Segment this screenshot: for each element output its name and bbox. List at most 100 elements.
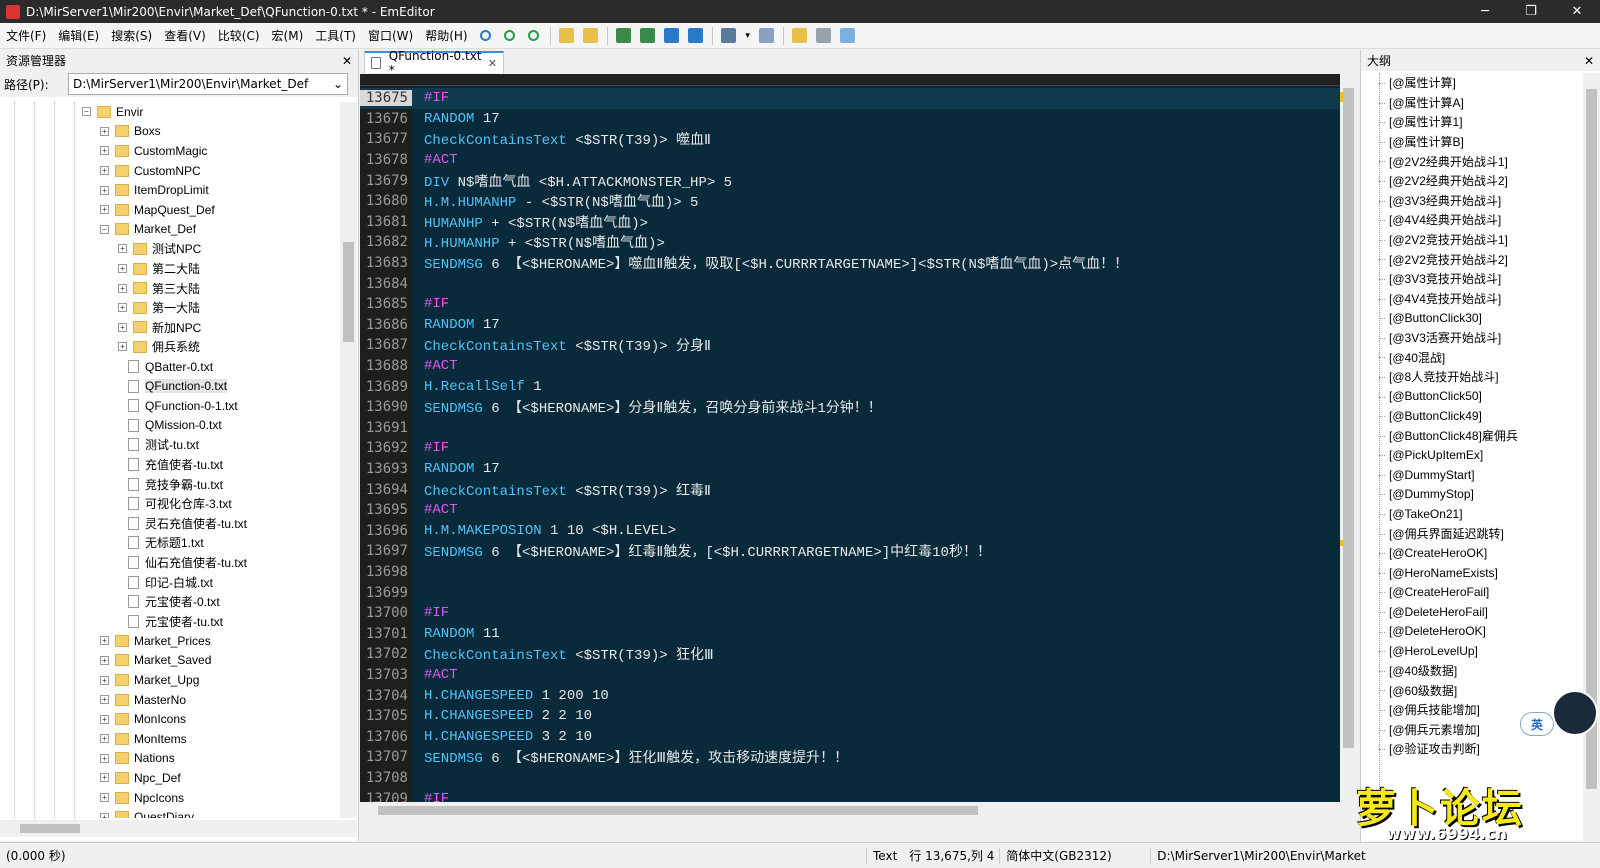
code-line[interactable]: 13693 RANDOM 17 <box>360 459 1340 480</box>
explorer-vertical-scrollbar[interactable] <box>340 102 357 818</box>
tree-folder[interactable]: + QuestDiary <box>0 807 340 818</box>
outline-item[interactable]: [@CreateHeroFail] <box>1361 582 1561 602</box>
expand-icon[interactable]: + <box>100 734 109 744</box>
tree-folder[interactable]: + 第三大陆 <box>0 278 340 298</box>
tree-file[interactable]: 印记-白城.txt <box>0 572 340 592</box>
tree-file[interactable]: 测试-tu.txt <box>0 435 340 455</box>
outline-item[interactable]: [@3V3活赛开始战斗] <box>1361 328 1561 348</box>
close-tab-icon[interactable]: ✕ <box>488 57 497 70</box>
code-line[interactable]: 13677 CheckContainsText <$STR(T39)> 噬血Ⅱ <box>360 129 1340 150</box>
tree-file[interactable]: QBatter-0.txt <box>0 357 340 377</box>
outline-item[interactable]: [@3V3竞技开始战斗] <box>1361 269 1561 289</box>
tree-file[interactable]: QFunction-0.txt <box>0 376 340 396</box>
menu-item[interactable]: 文件(F) <box>0 23 52 49</box>
tree-file[interactable]: 无标题1.txt <box>0 533 340 553</box>
outline-item[interactable]: [@属性计算1] <box>1361 112 1561 132</box>
ime-indicator[interactable]: 英 <box>1520 712 1554 736</box>
tree-folder[interactable]: + Market_Saved <box>0 651 340 671</box>
outline-item[interactable]: [@3V3经典开始战斗] <box>1361 191 1561 211</box>
expand-icon[interactable]: + <box>100 793 109 803</box>
code-line[interactable]: 13694 CheckContainsText <$STR(T39)> 红毒Ⅱ <box>360 479 1340 500</box>
tree-folder[interactable]: + 第二大陆 <box>0 259 340 279</box>
collapse-icon[interactable]: − <box>82 107 91 117</box>
code-line[interactable]: 13704 H.CHANGESPEED 1 200 10 <box>360 685 1340 706</box>
outline-item[interactable]: [@2V2竞技开始战斗1] <box>1361 230 1561 250</box>
tree-folder[interactable]: + Nations <box>0 749 340 769</box>
compare-icon[interactable] <box>638 26 658 46</box>
code-line[interactable]: 13699 <box>360 582 1340 603</box>
dropdown-arrow-icon[interactable]: ▾ <box>743 26 753 46</box>
code-line[interactable]: 13703 #ACT <box>360 665 1340 686</box>
maximize-button[interactable]: ❐ <box>1508 0 1554 23</box>
expand-icon[interactable]: + <box>100 146 109 156</box>
outline-item[interactable]: [@属性计算] <box>1361 73 1561 93</box>
expand-icon[interactable]: + <box>118 283 127 293</box>
tree-folder[interactable]: + 第一大陆 <box>0 298 340 318</box>
menu-item[interactable]: 比较(C) <box>212 23 266 49</box>
tree-folder[interactable]: + MonIcons <box>0 709 340 729</box>
code-line[interactable]: 13690 SENDMSG 6 【<$HERONAME>】分身Ⅱ触发，召唤分身前来… <box>360 397 1340 418</box>
expand-icon[interactable]: + <box>118 303 127 313</box>
code-line[interactable]: 13702 CheckContainsText <$STR(T39)> 狂化Ⅲ <box>360 644 1340 665</box>
code-line[interactable]: 13681 HUMANHP + <$STR(N$嗜血气血)> <box>360 212 1340 233</box>
tree-folder[interactable]: + CustomNPC <box>0 161 340 181</box>
code-line[interactable]: 13706 H.CHANGESPEED 3 2 10 <box>360 727 1340 748</box>
outline-item[interactable]: [@ButtonClick48]雇佣兵 <box>1361 426 1561 446</box>
outline-item[interactable]: [@2V2竞技开始战斗2] <box>1361 249 1561 269</box>
outline-item[interactable]: [@ButtonClick49] <box>1361 406 1561 426</box>
scroll-thumb[interactable] <box>20 824 80 833</box>
tree-file[interactable]: 竞技争霸-tu.txt <box>0 474 340 494</box>
tree-folder[interactable]: + Npc_Def <box>0 768 340 788</box>
explorer-horizontal-scrollbar[interactable] <box>0 820 357 837</box>
expand-icon[interactable]: + <box>100 166 109 176</box>
outline-item[interactable]: [@CreateHeroOK] <box>1361 543 1561 563</box>
outline-item[interactable]: [@HeroLevelUp] <box>1361 641 1561 661</box>
scroll-thumb[interactable] <box>378 806 978 815</box>
code-line[interactable]: 13683 SENDMSG 6 【<$HERONAME>】噬血Ⅱ触发，吸取[<$H… <box>360 253 1340 274</box>
outline-item[interactable]: [@属性计算A] <box>1361 93 1561 113</box>
code-line[interactable]: 13682 H.HUMANHP + <$STR(N$嗜血气血)> <box>360 232 1340 253</box>
code-line[interactable]: 13680 H.M.HUMANHP - <$STR(N$嗜血气血)> 5 <box>360 191 1340 212</box>
expand-icon[interactable]: + <box>100 753 109 763</box>
outline-item[interactable]: [@验证攻击判断] <box>1361 739 1561 759</box>
outline-item[interactable]: [@DeleteHeroOK] <box>1361 622 1561 642</box>
editor-vertical-scrollbar[interactable] <box>1340 74 1357 802</box>
tree-file[interactable]: 元宝使者-tu.txt <box>0 611 340 631</box>
outline-item[interactable]: [@ButtonClick30] <box>1361 308 1561 328</box>
tree-folder[interactable]: − Market_Def <box>0 220 340 240</box>
outline-item[interactable]: [@DummyStart] <box>1361 465 1561 485</box>
expand-icon[interactable]: + <box>100 675 109 685</box>
tree-file[interactable]: 元宝使者-0.txt <box>0 592 340 612</box>
code-line[interactable]: 13701 RANDOM 11 <box>360 624 1340 645</box>
tree-file[interactable]: 灵石充值使者-tu.txt <box>0 513 340 533</box>
close-window-button[interactable]: ✕ <box>1554 0 1600 23</box>
output-icon[interactable] <box>838 26 858 46</box>
tools-icon[interactable] <box>757 26 777 46</box>
code-line[interactable]: 13707 SENDMSG 6 【<$HERONAME>】狂化Ⅲ触发，攻击移动速度… <box>360 747 1340 768</box>
scroll-thumb[interactable] <box>343 242 354 342</box>
refresh-icon[interactable] <box>686 26 706 46</box>
code-line[interactable]: 13678 #ACT <box>360 150 1340 171</box>
expand-icon[interactable]: + <box>100 126 109 136</box>
expand-icon[interactable]: + <box>100 205 109 215</box>
code-line[interactable]: 13696 H.M.MAKEPOSION 1 10 <$H.LEVEL> <box>360 521 1340 542</box>
outline-item[interactable]: [@4V4竞技开始战斗] <box>1361 289 1561 309</box>
scroll-thumb[interactable] <box>1343 88 1354 748</box>
outline-item[interactable]: [@佣兵界面延迟跳转] <box>1361 524 1561 544</box>
outline-item[interactable]: [@2V2经典开始战斗2] <box>1361 171 1561 191</box>
editor-horizontal-scrollbar[interactable] <box>360 802 1340 819</box>
menu-item[interactable]: 宏(M) <box>266 23 310 49</box>
path-combo[interactable]: D:\MirServer1\Mir200\Envir\Market_Def ⌄ <box>68 73 348 95</box>
expand-icon[interactable]: + <box>118 342 127 352</box>
tree-folder[interactable]: + 佣兵系统 <box>0 337 340 357</box>
outline-item[interactable]: [@HeroNameExists] <box>1361 563 1561 583</box>
outline-item[interactable]: [@DummyStop] <box>1361 484 1561 504</box>
macro-icon[interactable] <box>719 26 739 46</box>
expand-icon[interactable]: + <box>100 695 109 705</box>
code-line[interactable]: 13687 CheckContainsText <$STR(T39)> 分身Ⅱ <box>360 335 1340 356</box>
outline-item[interactable]: [@属性计算B] <box>1361 132 1561 152</box>
close-explorer-icon[interactable]: ✕ <box>342 54 352 68</box>
outline-item[interactable]: [@2V2经典开始战斗1] <box>1361 151 1561 171</box>
tree-folder[interactable]: + ItemDropLimit <box>0 180 340 200</box>
minimize-button[interactable]: ─ <box>1462 0 1508 23</box>
